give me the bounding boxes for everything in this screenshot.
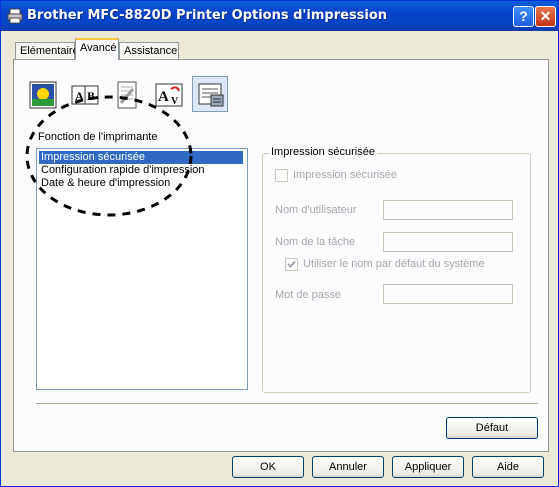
secure-print-group-title: Impression sécurisée — [269, 146, 377, 158]
ok-button[interactable]: OK — [232, 456, 304, 478]
password-field[interactable] — [383, 284, 513, 304]
secure-print-checkbox-label: Impression sécurisée — [293, 169, 397, 181]
tab-elementaire[interactable]: Elémentaire — [15, 42, 79, 59]
tab-assistance[interactable]: Assistance — [119, 42, 179, 59]
close-button[interactable]: ✕ — [535, 6, 556, 27]
title-bar[interactable]: Brother MFC-8820D Printer Options d'impr… — [1, 1, 558, 31]
default-button[interactable]: Défaut — [446, 417, 538, 439]
help-button[interactable]: Aide — [472, 456, 544, 478]
apply-button[interactable]: Appliquer — [392, 456, 464, 478]
default-name-checkbox[interactable] — [285, 258, 298, 271]
help-title-button[interactable]: ? — [513, 6, 534, 27]
tab-avance[interactable]: Avancé — [75, 38, 119, 60]
window-title: Brother MFC-8820D Printer Options d'impr… — [27, 8, 388, 23]
panel-separator — [36, 403, 538, 405]
password-label: Mot de passe — [275, 289, 342, 301]
secure-print-checkbox[interactable] — [275, 169, 288, 182]
default-name-label: Utiliser le nom par défaut du système — [303, 258, 485, 270]
cancel-button[interactable]: Annuler — [312, 456, 384, 478]
callout-ellipse — [25, 95, 193, 217]
user-name-label: Nom d'utilisateur — [275, 204, 357, 216]
secure-print-group: Impression sécurisée Impression sécurisé… — [262, 146, 531, 393]
user-name-field[interactable] — [383, 200, 513, 220]
checkmark-icon — [287, 260, 296, 268]
job-name-label: Nom de la tâche — [275, 236, 356, 248]
job-name-field[interactable] — [383, 232, 513, 252]
printer-icon — [7, 8, 23, 24]
printer-options-window: Brother MFC-8820D Printer Options d'impr… — [0, 0, 559, 487]
